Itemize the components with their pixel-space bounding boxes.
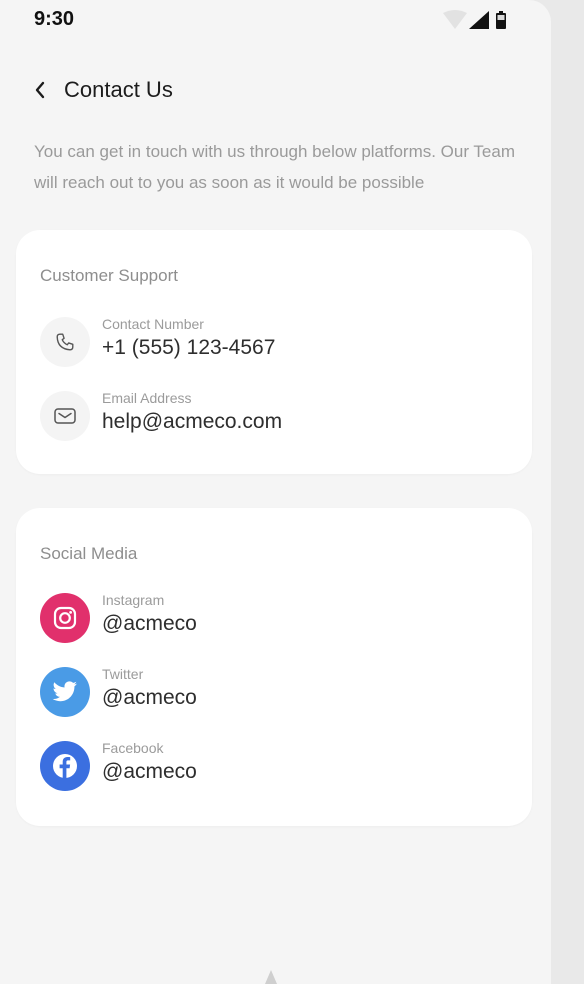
customer-support-card: Customer Support Contact Number +1 (555)… bbox=[16, 230, 532, 474]
twitter-icon bbox=[52, 681, 77, 702]
page-header: Contact Us bbox=[0, 70, 551, 110]
facebook-row[interactable]: Facebook @acmeco bbox=[40, 738, 500, 794]
twitter-handle: @acmeco bbox=[102, 686, 197, 709]
twitter-label: Twitter bbox=[102, 666, 144, 682]
chevron-left-icon bbox=[35, 81, 45, 99]
social-media-title: Social Media bbox=[40, 544, 138, 563]
signal-icon bbox=[469, 11, 489, 29]
email-address-value: help@acmeco.com bbox=[102, 410, 283, 433]
facebook-label: Facebook bbox=[102, 740, 164, 756]
page-title: Contact Us bbox=[64, 77, 173, 102]
intro-text: You can get in touch with us through bel… bbox=[34, 142, 515, 192]
phone-screen: 9:30 Contact Us You can get in touch wit… bbox=[0, 0, 551, 984]
mail-icon bbox=[54, 408, 76, 424]
facebook-handle: @acmeco bbox=[102, 760, 197, 783]
instagram-icon bbox=[53, 606, 77, 630]
email-icon-wrapper bbox=[40, 391, 90, 441]
twitter-icon-wrapper bbox=[40, 667, 90, 717]
facebook-icon-wrapper bbox=[40, 741, 90, 791]
instagram-handle: @acmeco bbox=[102, 612, 197, 635]
status-time: 9:30 bbox=[34, 8, 75, 30]
home-indicator bbox=[265, 970, 277, 984]
instagram-icon-wrapper bbox=[40, 593, 90, 643]
contact-number-label: Contact Number bbox=[102, 316, 204, 332]
contact-number-row[interactable]: Contact Number +1 (555) 123-4567 bbox=[40, 314, 500, 370]
social-media-card: Social Media Instagram @acmeco Twitter @… bbox=[16, 508, 532, 826]
instagram-label: Instagram bbox=[102, 592, 165, 608]
status-icons bbox=[435, 9, 515, 31]
customer-support-title: Customer Support bbox=[40, 266, 178, 285]
contact-number-value: +1 (555) 123-4567 bbox=[102, 336, 276, 359]
battery-icon bbox=[496, 11, 506, 29]
instagram-row[interactable]: Instagram @acmeco bbox=[40, 590, 500, 646]
phone-icon bbox=[56, 333, 74, 351]
email-address-row[interactable]: Email Address help@acmeco.com bbox=[40, 388, 500, 444]
back-button[interactable] bbox=[26, 74, 54, 106]
status-bar: 9:30 bbox=[0, 0, 551, 40]
twitter-row[interactable]: Twitter @acmeco bbox=[40, 664, 500, 720]
wifi-icon bbox=[443, 10, 467, 29]
phone-icon-wrapper bbox=[40, 317, 90, 367]
email-address-label: Email Address bbox=[102, 390, 192, 406]
facebook-icon bbox=[53, 754, 77, 778]
